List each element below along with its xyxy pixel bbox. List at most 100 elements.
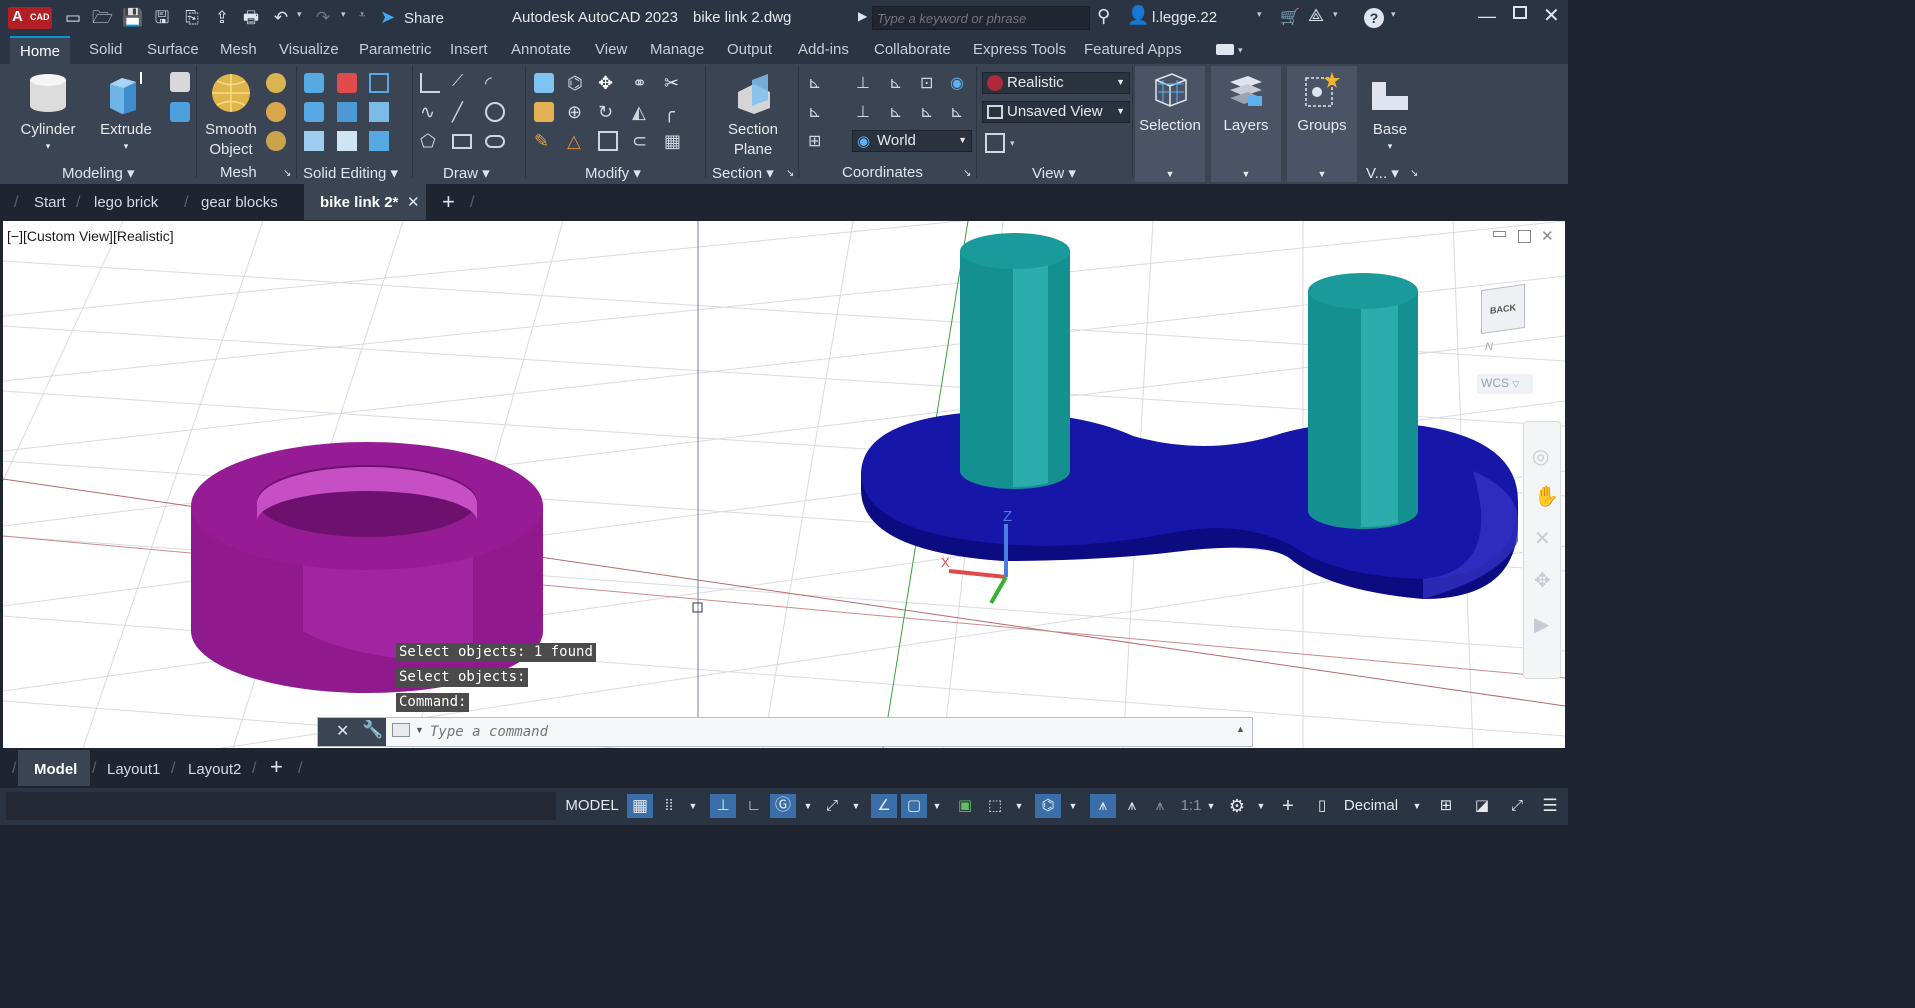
panel-mesh[interactable]: Mesh	[220, 164, 257, 181]
array-3d-icon[interactable]: ⊕	[567, 102, 587, 122]
thicken-icon[interactable]	[337, 131, 357, 151]
tab-surface[interactable]: Surface	[147, 41, 199, 58]
save-web-icon[interactable]: ⇪	[212, 8, 232, 28]
clean-screen-icon[interactable]: ⤢	[1505, 794, 1529, 818]
user-icon[interactable]: 👤	[1127, 5, 1149, 26]
units-value[interactable]: Decimal	[1336, 794, 1406, 818]
union-icon[interactable]	[304, 73, 324, 93]
circle-icon[interactable]	[485, 102, 505, 122]
ribbon-minimize-icon[interactable]	[1216, 44, 1234, 55]
section-dialog-launcher-icon[interactable]: ↘	[786, 168, 794, 179]
tab-annotate[interactable]: Annotate	[511, 41, 571, 58]
tab-view[interactable]: View	[595, 41, 627, 58]
redo-icon[interactable]: ↷	[313, 8, 333, 28]
redo-dropdown-icon[interactable]: ▾	[341, 9, 346, 20]
object-snap-tracking-icon[interactable]: ∠	[871, 794, 897, 818]
new-file-icon[interactable]: ▭	[63, 8, 83, 28]
zoom-extents-icon[interactable]: ✕	[1534, 526, 1551, 551]
panel-draw[interactable]: Draw ▾	[443, 164, 490, 182]
base-view-button[interactable]: Base ▾	[1360, 68, 1420, 160]
full-navigation-wheel-icon[interactable]: ◎	[1532, 444, 1549, 469]
graphics-performance-icon[interactable]: ◪	[1470, 794, 1494, 818]
drawing-viewport[interactable]: Z X [−][Custom View][Realistic] ✕ BACK N…	[3, 221, 1565, 748]
groups-button[interactable]: Groups ▼	[1287, 66, 1357, 182]
recent-commands-dropdown-icon[interactable]: ▼	[415, 725, 424, 735]
maximize-icon[interactable]	[1513, 6, 1527, 19]
layers-button[interactable]: Layers ▼	[1211, 66, 1281, 182]
plot-icon[interactable]: 🖶	[241, 8, 261, 28]
ucs-icon[interactable]: ⊾	[808, 73, 828, 93]
ucs-dropdown[interactable]: ◉ World ▼	[852, 130, 972, 152]
undo-icon[interactable]: ↶	[271, 8, 291, 28]
ucs-y-icon[interactable]: ⊾	[950, 102, 970, 122]
orbit-icon[interactable]: ✥	[1534, 568, 1551, 593]
subtract-icon[interactable]	[337, 73, 357, 93]
erase-icon[interactable]: ✎	[534, 131, 554, 151]
model-space-button[interactable]: MODEL	[562, 794, 622, 818]
snap-dropdown-icon[interactable]: ▼	[686, 794, 700, 818]
showmotion-icon[interactable]: ▶	[1534, 612, 1549, 637]
tab-manage[interactable]: Manage	[650, 41, 704, 58]
viewport-minimize-icon[interactable]	[1493, 231, 1506, 237]
pan-icon[interactable]: ✋	[1534, 484, 1559, 509]
3d-osnap-dropdown-icon[interactable]: ▼	[1066, 794, 1080, 818]
ucs-object-icon[interactable]: ◉	[950, 73, 970, 93]
coordinates-dialog-launcher-icon[interactable]: ↘	[963, 168, 971, 179]
viewcube-face[interactable]: BACK	[1481, 283, 1525, 335]
named-view-dropdown[interactable]: Unsaved View ▼	[982, 101, 1130, 123]
slice-icon[interactable]	[337, 102, 357, 122]
ucs-3point-icon[interactable]: ⊾	[808, 102, 828, 122]
tab-add-ins[interactable]: Add-ins	[798, 41, 849, 58]
units-icon[interactable]: ▯	[1312, 794, 1332, 818]
rotate-icon[interactable]: ↻	[598, 102, 618, 122]
layout-tab-model[interactable]: Model	[18, 750, 90, 786]
panel-modify[interactable]: Modify ▾	[585, 164, 641, 182]
shell-icon[interactable]	[369, 131, 389, 151]
close-tab-icon[interactable]: ✕	[407, 193, 420, 211]
doc-tab-bike-link-2[interactable]: bike link 2* ✕	[304, 184, 426, 220]
panel-view[interactable]: View ▾	[1032, 164, 1076, 182]
object-snap-dropdown-icon[interactable]: ▼	[930, 794, 944, 818]
3d-object-snap-icon[interactable]: ⌬	[1035, 794, 1061, 818]
presspull-icon[interactable]	[170, 72, 190, 92]
quick-properties-icon[interactable]: ⊞	[1434, 794, 1458, 818]
move-icon[interactable]: ✥	[598, 73, 618, 93]
help-dropdown-icon[interactable]: ▾	[1391, 9, 1396, 20]
viewport-restore-icon[interactable]	[1518, 230, 1531, 243]
doc-tab-lego-brick[interactable]: lego brick	[94, 194, 158, 211]
auto-scale-icon[interactable]: ⩚	[1120, 794, 1144, 818]
help-button[interactable]: ?	[1364, 8, 1384, 28]
polyline-3d-icon[interactable]: ⟋	[452, 73, 472, 93]
annotation-scale-value[interactable]: 1:1	[1178, 794, 1204, 818]
mesh-dialog-launcher-icon[interactable]: ↘	[283, 168, 291, 179]
intersect-icon[interactable]	[304, 102, 324, 122]
smooth-object-button[interactable]: Smooth Object	[200, 68, 262, 160]
minimize-icon[interactable]: —	[1478, 6, 1496, 27]
polysolid-icon[interactable]	[170, 102, 190, 122]
doc-tab-start[interactable]: Start	[34, 194, 66, 211]
tab-solid[interactable]: Solid	[89, 41, 122, 58]
mirror-3d-icon[interactable]: △	[567, 131, 587, 151]
viewcube-compass-n[interactable]: N	[1485, 341, 1493, 353]
panel-view-short[interactable]: V... ▾	[1366, 164, 1399, 182]
selection-cycling-dropdown-icon[interactable]: ▼	[1012, 794, 1026, 818]
add-layout-icon[interactable]: +	[270, 754, 283, 780]
align-icon[interactable]	[534, 102, 554, 122]
autodesk-a360-icon[interactable]: ⟁	[1308, 5, 1324, 26]
offset-icon[interactable]: ⊂	[632, 131, 652, 151]
spline-icon[interactable]: ∿	[420, 102, 440, 122]
panel-solid-editing[interactable]: Solid Editing ▾	[303, 164, 398, 182]
tab-featured-apps[interactable]: Featured Apps	[1084, 41, 1182, 58]
tab-mesh[interactable]: Mesh	[220, 41, 257, 58]
layout-tab-layout2[interactable]: Layout2	[188, 761, 241, 778]
tab-visualize[interactable]: Visualize	[279, 41, 339, 58]
save-icon[interactable]: 💾	[122, 8, 143, 28]
workspace-dropdown-icon[interactable]: ▼	[1254, 794, 1268, 818]
ucs-named-icon[interactable]: ⊞	[808, 131, 828, 151]
mesh-box-icon[interactable]	[266, 73, 286, 93]
search-input[interactable]	[872, 6, 1090, 30]
recent-commands-icon[interactable]	[392, 723, 410, 737]
user-dropdown-icon[interactable]: ▾	[1257, 9, 1262, 20]
annotation-monitor-icon[interactable]: +	[1276, 794, 1300, 818]
tab-insert[interactable]: Insert	[450, 41, 488, 58]
